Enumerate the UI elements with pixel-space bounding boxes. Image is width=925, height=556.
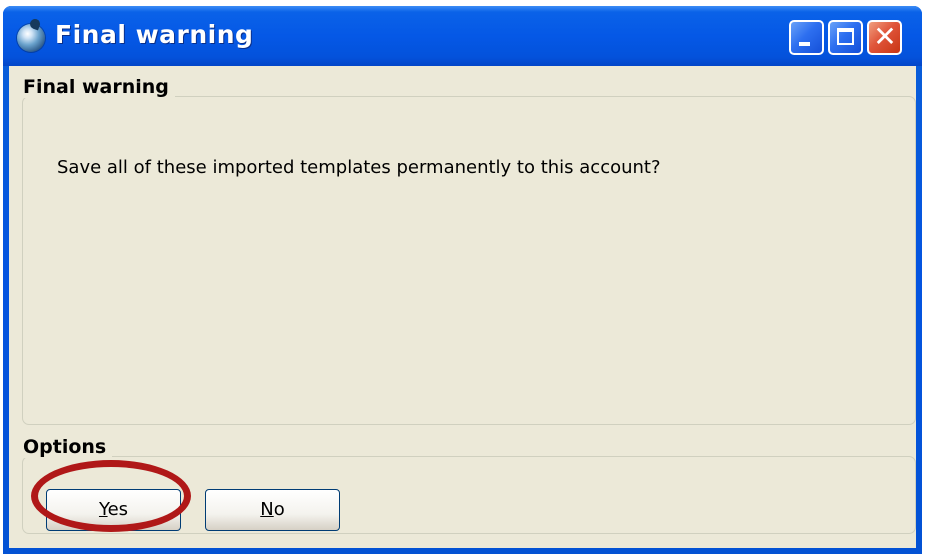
highlight-ellipse [31, 460, 191, 532]
minimize-icon [799, 42, 810, 46]
message-group-label: Final warning [19, 76, 175, 98]
close-icon: ✕ [873, 20, 897, 53]
close-button[interactable]: ✕ [867, 20, 902, 55]
no-mnemonic: N [260, 499, 274, 520]
globe-app-icon [17, 24, 45, 52]
maximize-icon [837, 28, 854, 45]
warning-message: Save all of these imported templates per… [57, 157, 661, 178]
title-bar[interactable]: Final warning ✕ [3, 6, 922, 66]
window-title: Final warning [55, 20, 254, 49]
no-button[interactable]: No [205, 489, 340, 531]
message-groupbox: Save all of these imported templates per… [22, 96, 916, 425]
minimize-button[interactable] [789, 20, 824, 55]
options-group-label: Options [19, 436, 113, 458]
maximize-button[interactable] [828, 20, 863, 55]
no-label-rest: o [273, 499, 285, 520]
